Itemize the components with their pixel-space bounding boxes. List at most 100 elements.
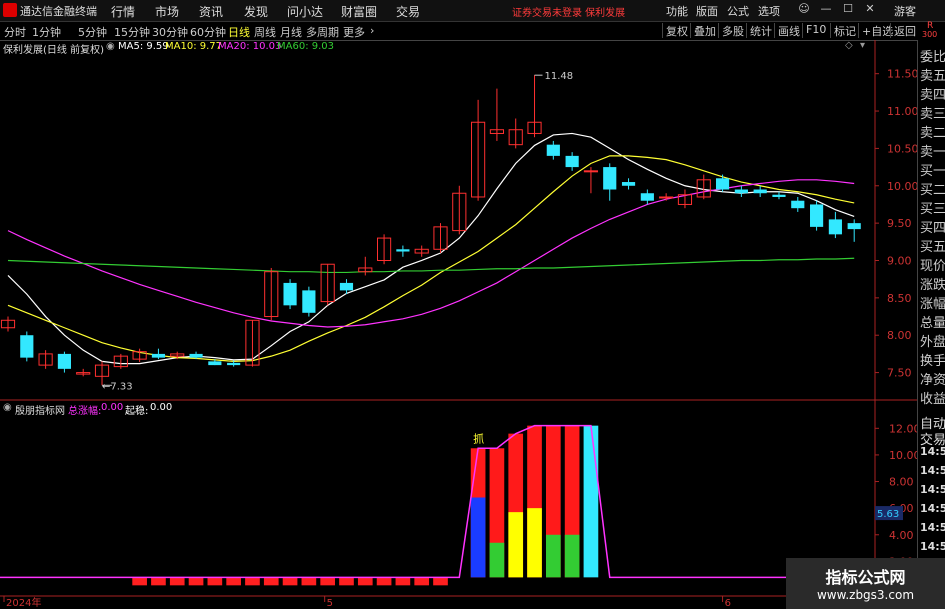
period-more[interactable]: 更多 <box>343 24 365 40</box>
f10-button[interactable]: F10 <box>802 23 826 38</box>
period-1min[interactable]: 1分钟 <box>32 24 61 40</box>
negative-bar <box>169 577 185 586</box>
menu-market[interactable]: 市场 <box>155 3 179 20</box>
multi-stock-button[interactable]: 多股 <box>718 23 744 38</box>
period-60min[interactable]: 60分钟 <box>190 24 226 40</box>
period-timeshare[interactable]: 分时 <box>4 24 26 40</box>
candle-body-down <box>715 178 730 190</box>
draw-line-button[interactable]: 画线 <box>774 23 800 38</box>
right-panel-item[interactable]: 14:56 <box>920 521 945 534</box>
menu-quotes[interactable]: 行情 <box>111 3 135 20</box>
ytick-label: 10.00 <box>887 180 917 193</box>
maximize-icon[interactable]: ☐ <box>840 2 856 18</box>
right-panel-item[interactable]: 14:56 <box>920 445 945 458</box>
candle-body-down <box>189 353 203 358</box>
period-daily[interactable]: 日线 <box>228 24 250 40</box>
right-panel-item[interactable]: 卖四 <box>920 84 945 103</box>
period-weekly[interactable]: 周线 <box>254 24 276 40</box>
negative-bar <box>414 577 430 586</box>
right-panel-item[interactable]: 14:56 <box>920 483 945 496</box>
candle-body-down <box>208 361 222 366</box>
negative-bar <box>188 577 204 586</box>
adjust-button[interactable]: 复权 <box>662 23 688 38</box>
candle-body-down <box>546 144 560 156</box>
menu-layout[interactable]: 版面 <box>696 3 718 19</box>
ma-line-ma20 <box>7 179 855 328</box>
signal-bar <box>583 425 599 578</box>
right-panel-item[interactable]: 买四 <box>920 217 945 236</box>
negative-bar <box>301 577 317 586</box>
right-panel-item[interactable]: 买五 <box>920 236 945 255</box>
xtick-label: 6 <box>725 598 731 609</box>
candle-body-down <box>621 182 636 186</box>
low-price-label: ←7.33 <box>102 381 133 392</box>
right-panel-item[interactable]: 涨跌 <box>920 274 945 293</box>
back-button[interactable]: 返回 <box>890 23 916 38</box>
right-panel-item[interactable]: 涨幅 <box>920 293 945 312</box>
right-panel-item[interactable]: 换手 <box>920 350 945 369</box>
menu-function[interactable]: 功能 <box>666 3 688 19</box>
mark-button[interactable]: 标记 <box>830 23 856 38</box>
ytick-label: 11.00 <box>887 105 917 118</box>
ytick-label: 11.50 <box>887 68 917 81</box>
minimize-icon[interactable]: — <box>818 2 834 18</box>
period-5min[interactable]: 5分钟 <box>78 24 107 40</box>
menu-options[interactable]: 选项 <box>758 3 780 19</box>
sub-ytick-label: 12.00 <box>889 422 917 435</box>
menu-wealth[interactable]: 财富圈 <box>341 3 377 20</box>
menu-ask[interactable]: 问小达 <box>287 3 323 20</box>
profile-icon[interactable]: ☺ <box>796 2 812 18</box>
guest-label[interactable]: 游客 <box>894 3 916 19</box>
right-panel-item[interactable]: 收益 <box>920 388 945 407</box>
ytick-label: 8.50 <box>887 292 912 305</box>
period-multi[interactable]: 多周期 <box>306 24 339 40</box>
more-chevron-icon[interactable]: › <box>370 24 374 37</box>
overlay-button[interactable]: 叠加 <box>690 23 716 38</box>
right-panel-item[interactable]: 14:56 <box>920 464 945 477</box>
negative-bar <box>320 577 336 586</box>
xtick-label: 2024年 <box>6 596 41 609</box>
right-panel-item[interactable]: 委比 <box>920 46 945 65</box>
right-panel-item[interactable]: 卖一 <box>920 141 945 160</box>
sub-ytick-label: 10.00 <box>889 449 917 462</box>
signal-bar <box>545 534 561 578</box>
right-panel-item[interactable]: 现价 <box>920 255 945 274</box>
menu-news[interactable]: 资讯 <box>199 3 223 20</box>
add-watchlist-button[interactable]: +自选 <box>858 23 893 38</box>
candle-body-down <box>151 353 166 358</box>
right-panel-item[interactable]: 总量 <box>920 312 945 331</box>
right-panel-item[interactable]: 买三 <box>920 198 945 217</box>
title-bar: 通达信金融终端 行情 市场 资讯 发现 问小达 财富圈 交易 证券交易未登录 保… <box>0 0 945 22</box>
close-icon[interactable]: ✕ <box>862 2 878 18</box>
candle-body-down <box>57 353 71 369</box>
right-panel-item[interactable]: 卖三 <box>920 103 945 122</box>
right-panel-item[interactable]: 14:56 <box>920 540 945 553</box>
right-panel-item[interactable]: 外盘 <box>920 331 945 350</box>
period-15min[interactable]: 15分钟 <box>114 24 150 40</box>
candle-body-down <box>339 282 354 291</box>
period-monthly[interactable]: 月线 <box>280 24 302 40</box>
menu-trade[interactable]: 交易 <box>396 3 420 20</box>
right-panel-item[interactable]: 卖五 <box>920 65 945 84</box>
menu-discover[interactable]: 发现 <box>244 3 268 20</box>
right-quote-panel: 委比 卖五 卖四 卖三 卖二 卖一 买一 买二 买三 买四 买五 现价 涨跌 涨幅 总量 外盘 换手 净资 收益 自动… <box>917 40 945 609</box>
candle-body-down <box>302 290 316 313</box>
chart-canvas[interactable]: 7.50 8.00 8.50 9.00 9.50 10.00 10.50 11.00 11.50… <box>0 40 917 609</box>
right-panel-item[interactable]: 买二 <box>920 179 945 198</box>
signal-bar <box>508 512 524 578</box>
right-panel-item[interactable]: 卖二 <box>920 122 945 141</box>
ytick-label: 10.50 <box>887 142 917 155</box>
menu-formula[interactable]: 公式 <box>727 3 749 19</box>
right-panel-item[interactable]: 买一 <box>920 160 945 179</box>
candle-body-down <box>396 249 410 252</box>
candle-body-up <box>659 196 674 199</box>
ytick-label: 9.50 <box>887 217 912 230</box>
grab-marker-label: 抓 <box>473 431 484 445</box>
login-notice[interactable]: 证券交易未登录 保利发展 <box>512 4 625 19</box>
negative-bar <box>245 577 260 586</box>
stats-button[interactable]: 统计 <box>746 23 772 38</box>
right-panel-item[interactable]: 净资 <box>920 369 945 388</box>
period-30min[interactable]: 30分钟 <box>152 24 188 40</box>
right-panel-item[interactable]: 14:56 <box>920 502 945 515</box>
candle-body-down <box>640 193 654 201</box>
